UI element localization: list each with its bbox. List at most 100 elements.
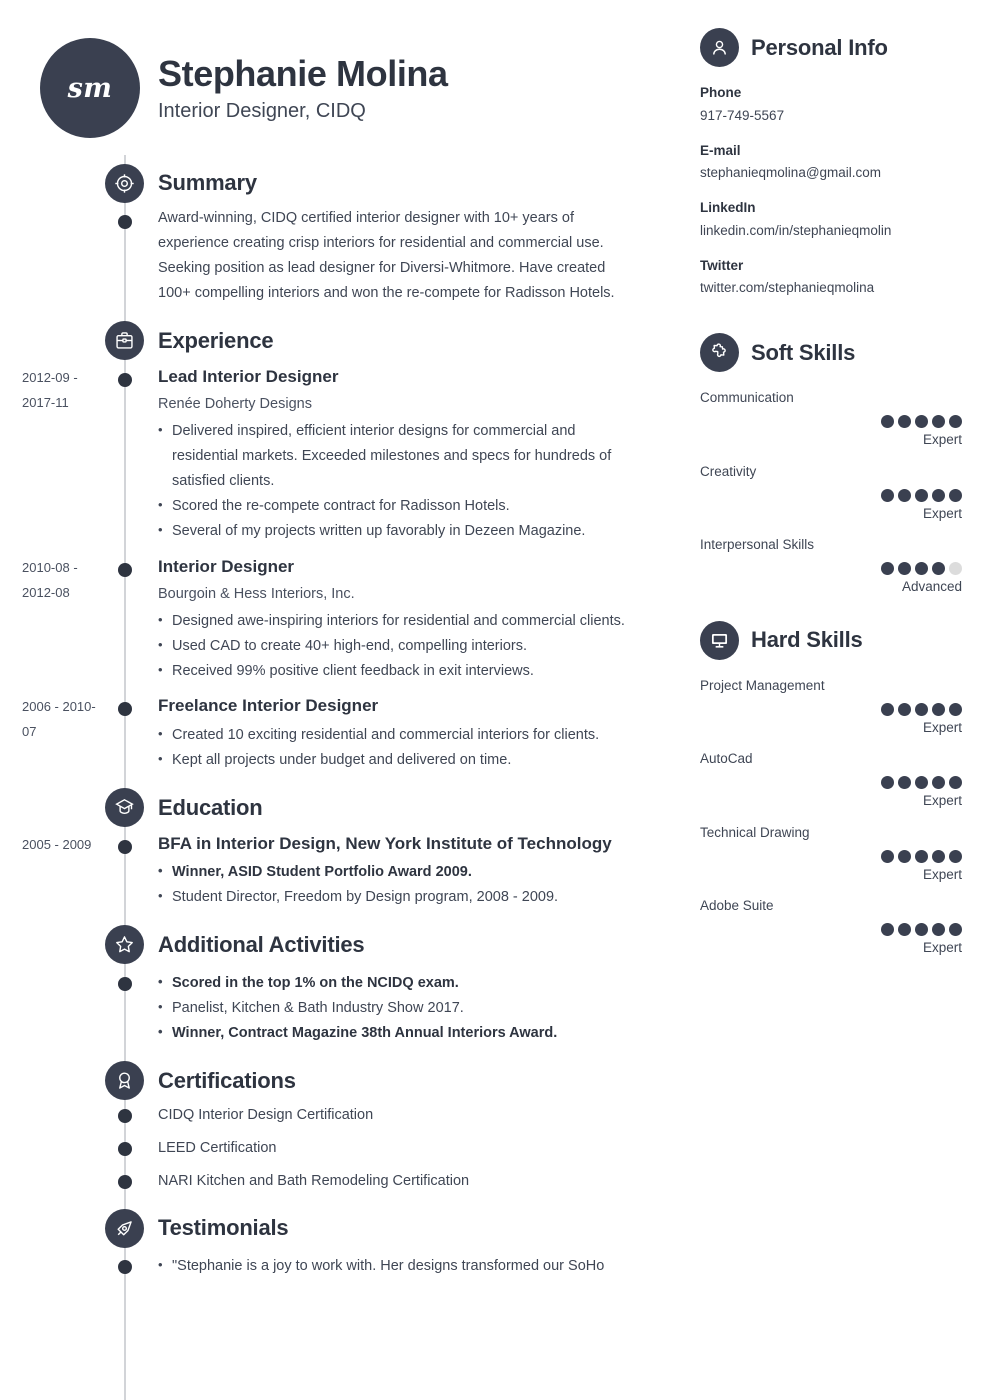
info-label: LinkedIn xyxy=(700,200,756,216)
section-testimonials: Testimonials "Stephanie is a joy to work… xyxy=(0,1208,700,1279)
graduation-cap-icon xyxy=(105,788,144,828)
puzzle-piece-icon xyxy=(700,333,739,373)
info-label: Phone xyxy=(700,85,742,100)
info-item-twitter: Twitter twitter.com/stephanieqmolina xyxy=(700,254,962,301)
skill-item: AutoCad Expert xyxy=(700,747,962,811)
skill-item: Project Management Expert xyxy=(700,674,962,738)
info-value[interactable]: stephanieqmolina@gmail.com xyxy=(700,162,962,185)
bullet-item: Delivered inspired, efficient interior d… xyxy=(158,419,640,494)
entry-body: Scored in the top 1% on the NCIDQ exam. … xyxy=(158,968,670,1046)
entry-body: BFA in Interior Design, New York Institu… xyxy=(158,831,670,910)
entry-date: 2005 - 2009 xyxy=(22,836,92,852)
activities-entry: Scored in the top 1% on the NCIDQ exam. … xyxy=(0,968,700,1046)
rating-dot-filled xyxy=(915,776,928,790)
rating-dot-filled xyxy=(949,849,962,863)
skill-name: AutoCad xyxy=(700,751,753,767)
rating-dot-filled xyxy=(881,923,894,937)
education-title: Education xyxy=(158,794,263,820)
testimonials-heading-row: Testimonials xyxy=(0,1208,700,1248)
rating-dot-filled xyxy=(932,776,945,790)
education-entry: 2005 - 2009 BFA in Interior Design, New … xyxy=(0,831,700,910)
entry-date: 2006 - 2010-07 xyxy=(22,699,96,740)
entry-date: 2012-09 - 2017-11 xyxy=(22,369,78,410)
skill-level: Expert xyxy=(922,866,962,882)
certification-name: LEED Certification xyxy=(158,1139,277,1156)
rating-dot-filled xyxy=(915,562,928,576)
timeline-dot xyxy=(118,1260,132,1275)
skill-level: Expert xyxy=(922,793,962,809)
education-heading-row: Education xyxy=(0,788,700,828)
list-item: LEED Certification xyxy=(0,1137,700,1160)
info-value[interactable]: linkedin.com/in/stephanieqmolin xyxy=(700,220,962,243)
testimonials-title: Testimonials xyxy=(158,1215,289,1241)
monitor-icon xyxy=(700,620,739,660)
entry-company: Renée Doherty Designs xyxy=(158,396,312,413)
entry-title: Freelance Interior Designer xyxy=(158,696,379,716)
activities-date-spacer xyxy=(0,968,110,1046)
summary-entry: Award-winning, CIDQ certified interior d… xyxy=(0,206,700,306)
skill-item: Interpersonal Skills Advanced xyxy=(700,533,962,597)
section-education: Education 2005 - 2009 BFA in Interior De… xyxy=(0,788,700,910)
experience-title: Experience xyxy=(158,327,274,353)
rating-dot-filled xyxy=(898,415,911,429)
section-personal-info: Personal Info Phone 917-749-5567 E-mail … xyxy=(700,28,962,300)
rating-dot-filled xyxy=(881,702,894,716)
entry-bullets: Created 10 exciting residential and comm… xyxy=(158,723,640,773)
info-value[interactable]: 917-749-5567 xyxy=(700,105,962,128)
resume-main-column: sm Stephanie Molina Interior Designer, C… xyxy=(0,0,700,1400)
entry-title: Lead Interior Designer xyxy=(158,366,339,386)
rating-dot-filled xyxy=(881,776,894,790)
activities-heading-row: Additional Activities xyxy=(0,925,700,965)
timeline-dot xyxy=(118,839,132,854)
rating-dot-filled xyxy=(898,923,911,937)
skill-rating-dots xyxy=(700,562,962,576)
skill-rating-dots xyxy=(700,776,962,790)
rating-dot-filled xyxy=(898,488,911,502)
certifications-heading-row: Certifications xyxy=(0,1061,700,1101)
rating-dot-filled xyxy=(915,849,928,863)
info-item-phone: Phone 917-749-5567 xyxy=(700,81,962,128)
rating-dot-filled xyxy=(915,488,928,502)
timeline-dot xyxy=(118,562,132,577)
entry-body: "Stephanie is a joy to work with. Her de… xyxy=(158,1251,670,1279)
certifications-list: CIDQ Interior Design Certification LEED … xyxy=(0,1104,700,1194)
timeline-dot xyxy=(118,976,132,991)
entry-title: Interior Designer xyxy=(158,556,295,576)
entry-bullets: Designed awe-inspiring interiors for res… xyxy=(158,609,640,684)
bullet-item: Scored in the top 1% on the NCIDQ exam. xyxy=(158,971,640,996)
certification-name: CIDQ Interior Design Certification xyxy=(158,1106,374,1123)
briefcase-icon xyxy=(105,321,144,361)
avatar-monogram: sm xyxy=(40,38,140,138)
entry-body: Interior Designer Bourgoin & Hess Interi… xyxy=(158,554,670,684)
summary-text: Award-winning, CIDQ certified interior d… xyxy=(158,210,615,301)
skill-item: Communication Expert xyxy=(700,386,962,450)
rating-dot-filled xyxy=(881,488,894,502)
info-value[interactable]: twitter.com/stephanieqmolina xyxy=(700,277,962,300)
experience-entry: 2010-08 - 2012-08 Interior Designer Bour… xyxy=(0,554,700,684)
rating-dot-filled xyxy=(881,849,894,863)
candidate-job-title: Interior Designer, CIDQ xyxy=(158,99,366,122)
rating-dot-filled xyxy=(949,488,962,502)
personal-info-title: Personal Info xyxy=(751,34,888,60)
skill-name: Technical Drawing xyxy=(700,824,810,840)
rating-dot-filled xyxy=(932,488,945,502)
skill-rating-dots xyxy=(700,415,962,429)
info-item-email: E-mail stephanieqmolina@gmail.com xyxy=(700,139,962,186)
skill-name: Interpersonal Skills xyxy=(700,537,815,553)
rating-dot-filled xyxy=(949,923,962,937)
rating-dot-filled xyxy=(932,849,945,863)
summary-title: Summary xyxy=(158,170,257,195)
entry-title: BFA in Interior Design, New York Institu… xyxy=(158,833,612,853)
skill-name: Project Management xyxy=(700,677,825,693)
summary-body: Award-winning, CIDQ certified interior d… xyxy=(158,206,670,306)
timeline-dot xyxy=(118,1141,132,1156)
bullet-item: Winner, ASID Student Portfolio Award 200… xyxy=(158,860,640,885)
bullet-item: Scored the re-compete contract for Radis… xyxy=(158,494,640,519)
testimonials-date-spacer xyxy=(0,1251,110,1279)
list-item: CIDQ Interior Design Certification xyxy=(0,1104,700,1127)
rating-dot-filled xyxy=(898,776,911,790)
resume-header: sm Stephanie Molina Interior Designer, C… xyxy=(0,28,700,148)
skill-level: Expert xyxy=(922,505,962,521)
entry-bullets: "Stephanie is a joy to work with. Her de… xyxy=(158,1254,640,1279)
